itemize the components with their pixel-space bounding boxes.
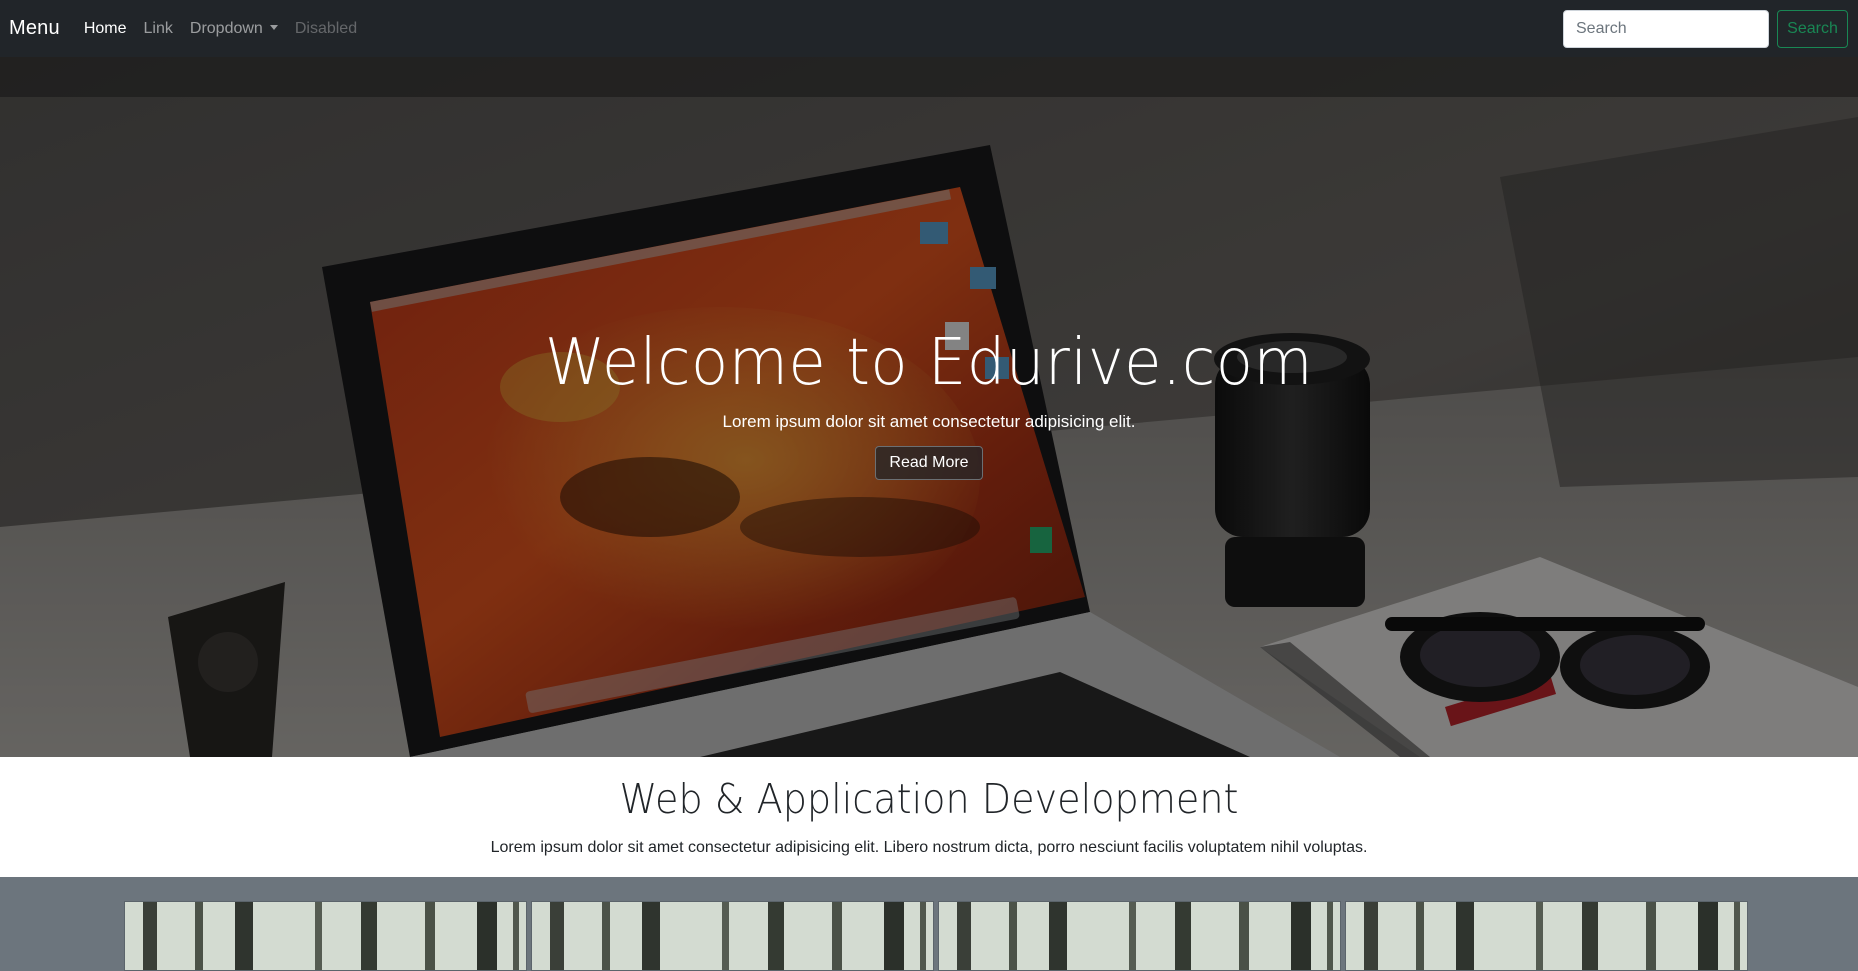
intro-text: Lorem ipsum dolor sit amet consectetur a… [490, 839, 1368, 856]
search-input[interactable] [1563, 10, 1769, 48]
gallery-card[interactable] [938, 901, 1341, 971]
intro-section: Web & Application Development Lorem ipsu… [0, 757, 1858, 877]
gallery-card[interactable] [124, 901, 527, 971]
hero-text: Lorem ipsum dolor sit amet consectetur a… [722, 411, 1136, 431]
forest-photo-image [939, 902, 1340, 970]
forest-photo-image [1346, 902, 1747, 970]
top-navbar: Menu Home Link Dropdown Disabled Search [0, 0, 1858, 57]
forest-photo-image [125, 902, 526, 970]
nav-link-disabled: Disabled [294, 19, 358, 37]
hero-section: Welcome to Edurive.com Lorem ipsum dolor… [0, 57, 1858, 757]
search-form: Search [1563, 10, 1848, 48]
gallery-card[interactable] [1345, 901, 1748, 971]
read-more-button[interactable]: Read More [875, 445, 983, 480]
gallery-section [0, 877, 1858, 971]
nav-link-link[interactable]: Link [144, 20, 173, 38]
nav-dropdown-label: Dropdown [189, 19, 263, 37]
gallery-card[interactable] [531, 901, 934, 971]
forest-photo-image [532, 902, 933, 970]
hero-title: Welcome to Edurive.com [544, 326, 1314, 400]
caret-down-icon [269, 24, 278, 30]
hero-content: Welcome to Edurive.com Lorem ipsum dolor… [0, 325, 1858, 480]
nav-dropdown-toggle[interactable]: Dropdown [190, 20, 278, 38]
nav-link-home[interactable]: Home [84, 20, 127, 38]
navbar-brand[interactable]: Menu [9, 17, 60, 40]
search-button[interactable]: Search [1777, 10, 1848, 48]
intro-title: Web & Application Development [619, 775, 1239, 823]
